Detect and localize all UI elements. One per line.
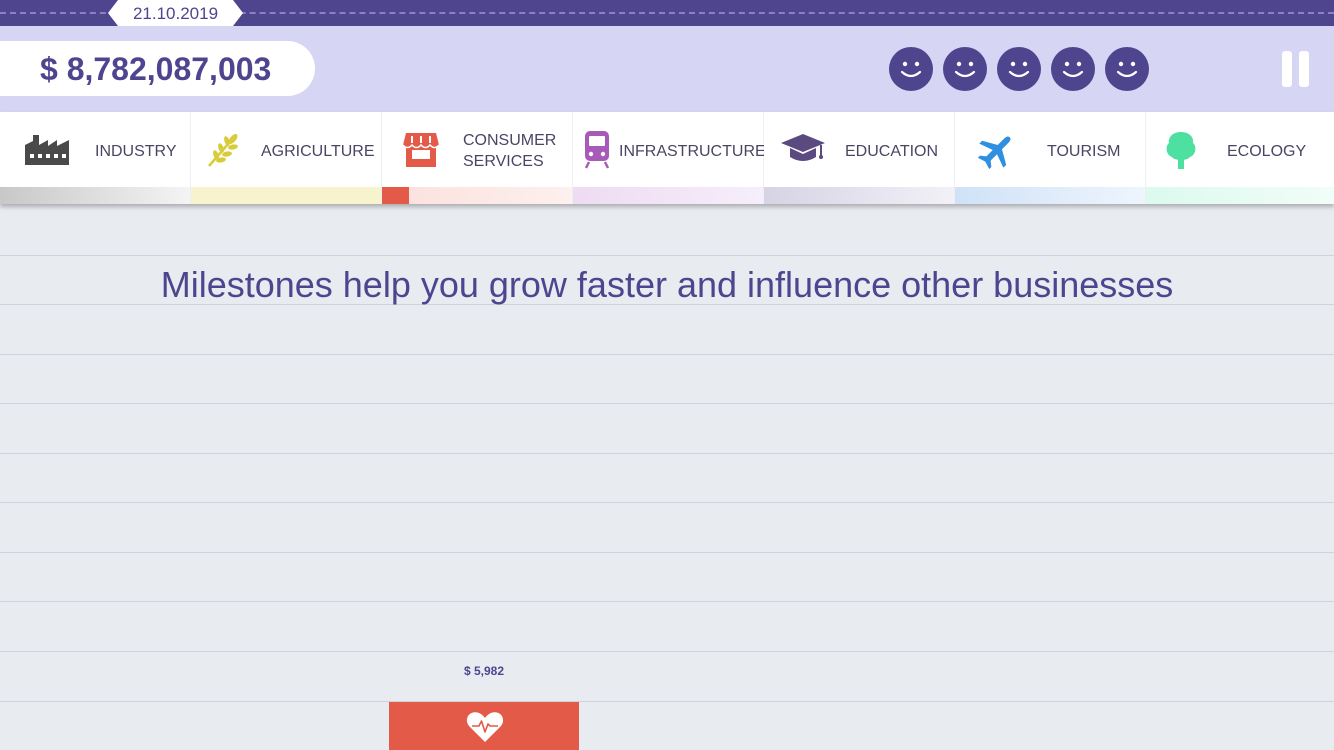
milestone-card[interactable]: [389, 702, 579, 750]
progress-bar: [764, 187, 954, 204]
progress-bar: [0, 187, 190, 204]
milestones-headline: Milestones help you grow faster and infl…: [160, 264, 1174, 305]
happiness-indicators: [889, 47, 1149, 91]
divider-line: [0, 651, 1334, 652]
balance-amount: $ 8,782,087,003: [40, 51, 272, 87]
divider-line: [0, 502, 1334, 503]
tab-ecology[interactable]: ECOLOGY: [1146, 112, 1334, 204]
factory-icon: [25, 135, 69, 165]
progress-bar: [573, 187, 763, 204]
tab-tourism[interactable]: TOURISM: [955, 112, 1146, 204]
tab-consumer-services[interactable]: CONSUMER SERVICES: [382, 112, 573, 204]
tab-label-tourism: TOURISM: [1047, 142, 1121, 160]
tab-education[interactable]: EDUCATION: [764, 112, 955, 204]
smiley-face-icon: [1051, 47, 1095, 91]
header: $ 8,782,087,003: [0, 26, 1334, 112]
smiley-face-icon: [889, 47, 933, 91]
divider-line: [0, 701, 1334, 702]
tree-icon: [1166, 132, 1196, 169]
smiley-face-icon: [1105, 47, 1149, 91]
date-label: 21.10.2019: [108, 0, 243, 26]
heartbeat-icon: [466, 712, 504, 742]
pause-icon-bar: [1299, 51, 1309, 87]
divider-line: [0, 552, 1334, 553]
progress-bar: [955, 187, 1145, 204]
airplane-icon: [978, 136, 1011, 169]
storefront-icon: [403, 133, 439, 167]
tab-label-ecology: ECOLOGY: [1227, 142, 1307, 160]
tab-label-agriculture: AGRICULTURE: [261, 142, 375, 160]
divider-line: [0, 255, 1334, 256]
balance-pill: $ 8,782,087,003: [0, 41, 315, 96]
milestone-price: $ 5,982: [463, 664, 505, 678]
pause-icon: [1282, 51, 1292, 87]
category-tabs: INDUSTRY AGRICULTURE CONSUMER SERVICES I…: [0, 112, 1334, 204]
tab-label-consumer-services: CONSUMER SERVICES: [463, 132, 557, 170]
progress-bar: [191, 187, 381, 204]
top-strip: 21.10.2019: [0, 0, 1334, 26]
progress-bar: [382, 187, 572, 204]
progress-fill: [382, 187, 409, 204]
graduation-cap-icon: [781, 134, 825, 161]
divider-line: [0, 601, 1334, 602]
train-icon: [584, 131, 610, 169]
divider-line: [0, 403, 1334, 404]
tab-industry[interactable]: INDUSTRY: [0, 112, 191, 204]
tab-infrastructure[interactable]: INFRASTRUCTURE: [573, 112, 766, 204]
divider-line: [0, 453, 1334, 454]
tab-label-infrastructure: INFRASTRUCTURE: [619, 142, 766, 160]
tab-label-industry: INDUSTRY: [95, 142, 177, 160]
smiley-face-icon: [997, 47, 1041, 91]
progress-bar: [1146, 187, 1334, 204]
wheat-icon: [208, 134, 238, 167]
tab-label-education: EDUCATION: [845, 142, 939, 160]
tab-agriculture[interactable]: AGRICULTURE: [191, 112, 382, 204]
pause-button[interactable]: [1282, 51, 1309, 87]
smiley-face-icon: [943, 47, 987, 91]
divider-line: [0, 354, 1334, 355]
